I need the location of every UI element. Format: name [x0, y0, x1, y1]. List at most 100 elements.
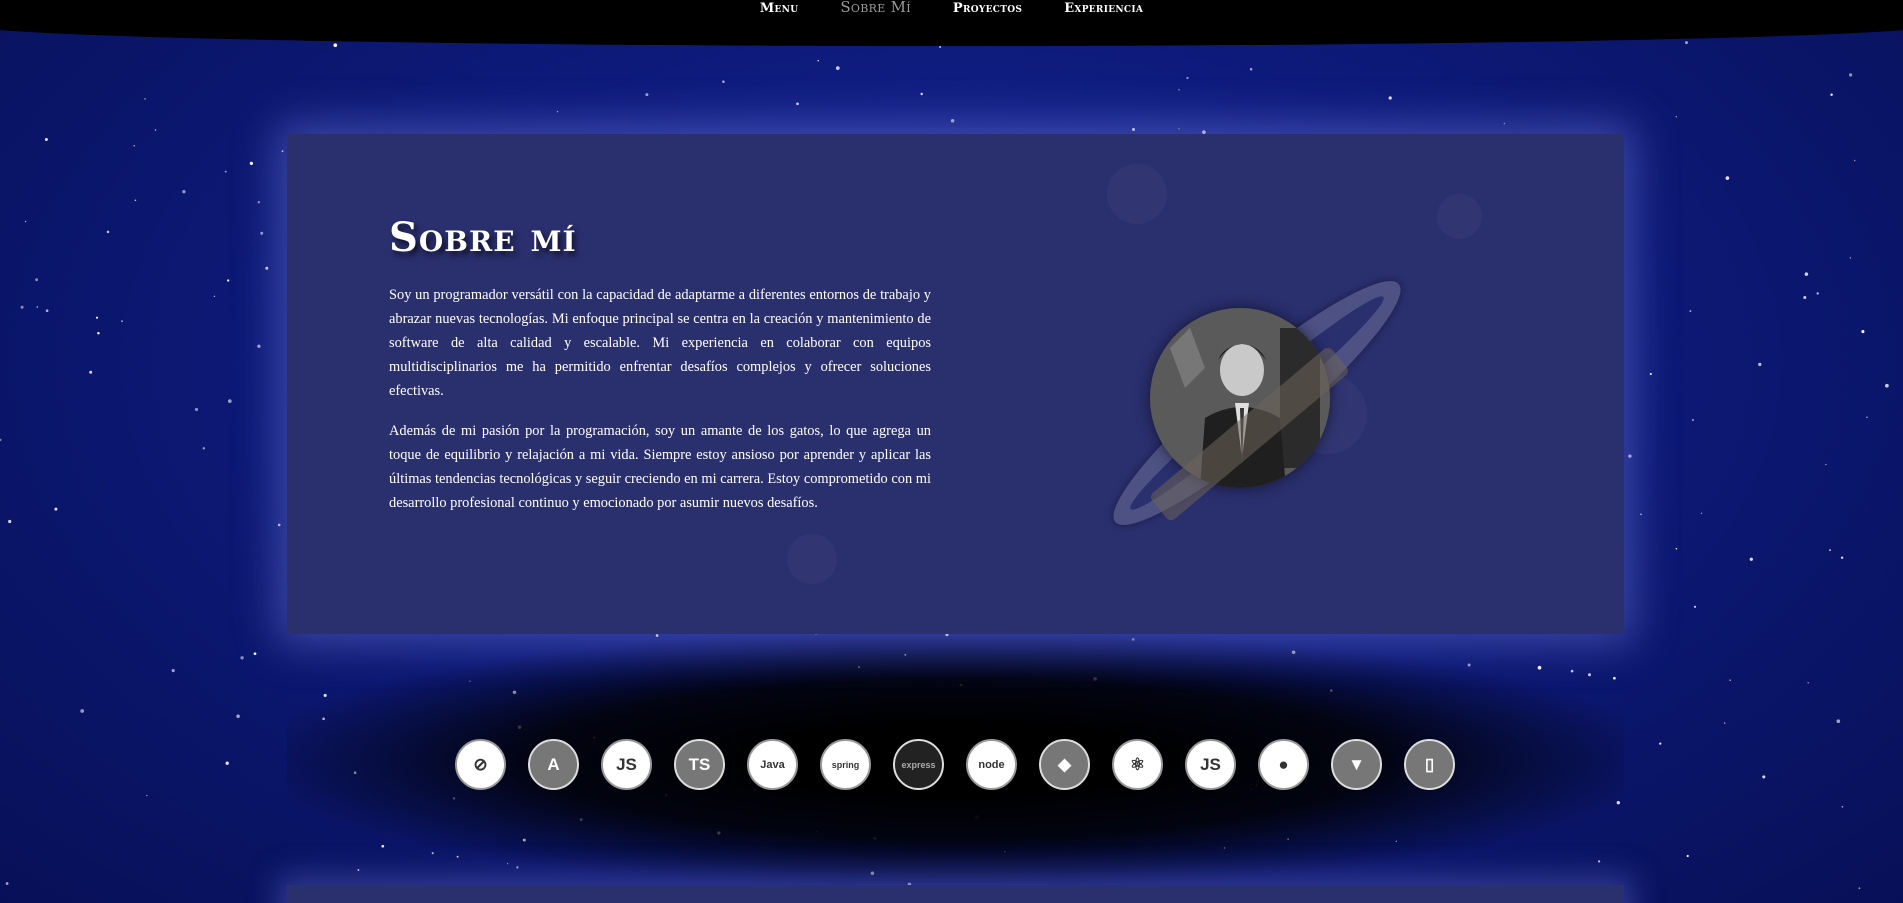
star [171, 669, 175, 673]
git-icon[interactable]: ◆ [1039, 739, 1090, 790]
typescript-icon[interactable]: TS [674, 739, 725, 790]
nav-item-experiencia[interactable]: Experiencia [1064, 1, 1143, 16]
star [1649, 372, 1652, 376]
github-icon[interactable]: ● [1258, 739, 1309, 790]
gitlab-glyph: ▼ [1348, 754, 1365, 774]
star [24, 220, 27, 223]
nav-item-sobre-mi[interactable]: Sobre Mí [840, 0, 911, 16]
star [194, 407, 199, 412]
star [240, 656, 244, 660]
nav-item-menu[interactable]: Menu [760, 1, 799, 16]
star [722, 80, 725, 83]
star [1178, 128, 1180, 130]
star [1686, 854, 1689, 858]
javascript-alt-glyph: JS [1200, 754, 1221, 774]
star [1885, 383, 1889, 388]
star [106, 230, 110, 234]
star [54, 507, 58, 511]
star [1640, 513, 1642, 516]
spring-icon[interactable]: spring [820, 739, 871, 790]
star [257, 344, 261, 348]
react-icon[interactable]: ⚛ [1112, 739, 1163, 790]
star [236, 714, 240, 719]
star [1861, 330, 1865, 334]
about-section: Sobre mí Soy un programador versátil con… [287, 134, 1624, 634]
nav-item-proyectos[interactable]: Proyectos [953, 1, 1022, 16]
star [950, 118, 955, 123]
express-glyph: express [901, 759, 936, 770]
star [1689, 310, 1692, 313]
star [257, 201, 260, 204]
star [0, 438, 2, 442]
star [227, 399, 232, 403]
star [645, 93, 649, 97]
about-paragraph-1: Soy un programador versátil con la capac… [389, 287, 931, 399]
star [35, 278, 38, 282]
star [1691, 418, 1694, 422]
star [939, 46, 942, 48]
javascript-alt-icon[interactable]: JS [1185, 739, 1236, 790]
star [1388, 96, 1392, 100]
office-glyph: ▯ [1424, 754, 1435, 774]
star [1858, 887, 1861, 890]
star [265, 266, 269, 270]
express-icon[interactable]: express [893, 739, 944, 790]
star [253, 652, 257, 656]
star [1659, 742, 1662, 745]
no-entry-icon[interactable]: ⊘ [455, 739, 506, 790]
star [1853, 159, 1856, 162]
star [920, 92, 923, 96]
next-section-panel [287, 885, 1624, 903]
star [224, 170, 227, 173]
star [249, 161, 254, 166]
star [8, 519, 12, 524]
about-paragraph-2: Además de mi pasión por la programación,… [389, 423, 931, 511]
star [225, 761, 229, 765]
nodejs-icon[interactable]: node [966, 739, 1017, 790]
star [1804, 272, 1809, 276]
gitlab-icon[interactable]: ▼ [1331, 739, 1382, 790]
star [45, 309, 49, 313]
star [333, 43, 338, 48]
star [1866, 416, 1868, 418]
star [817, 59, 819, 62]
javascript-icon[interactable]: JS [601, 739, 652, 790]
star [202, 447, 205, 450]
star [20, 305, 24, 309]
react-glyph: ⚛ [1129, 754, 1146, 774]
office-icon[interactable]: ▯ [1404, 739, 1455, 790]
star [1825, 463, 1827, 466]
star [95, 316, 99, 319]
star [1186, 76, 1189, 80]
star [227, 279, 230, 282]
star [1729, 679, 1731, 681]
star [134, 199, 137, 202]
star [1675, 547, 1678, 550]
star [89, 370, 93, 374]
star [1841, 805, 1844, 808]
star [1848, 73, 1853, 77]
star [36, 306, 39, 308]
star [213, 295, 216, 298]
star [277, 523, 281, 527]
tech-stack-icons: ⊘ A JS TS Java spring express node ◆ ⚛ JS ● ▼ ▯ [455, 739, 1455, 790]
angular-icon[interactable]: A [528, 739, 579, 790]
star [1828, 549, 1832, 552]
star [1249, 67, 1253, 71]
section-title: Sobre mí [389, 214, 577, 261]
star [1724, 722, 1726, 724]
star [146, 794, 148, 797]
star [1836, 719, 1841, 724]
top-navigation: Menu Sobre Mí Proyectos Experiencia [0, 0, 1903, 46]
java-glyph: Java [760, 758, 785, 771]
star [1840, 556, 1844, 559]
angular-glyph: A [547, 754, 560, 774]
star [796, 102, 799, 106]
spring-glyph: spring [831, 759, 860, 770]
star [281, 150, 284, 153]
nodejs-glyph: node [978, 758, 1005, 771]
java-icon[interactable]: Java [747, 739, 798, 790]
star [1685, 41, 1688, 45]
star [97, 331, 100, 335]
star [1749, 557, 1753, 561]
